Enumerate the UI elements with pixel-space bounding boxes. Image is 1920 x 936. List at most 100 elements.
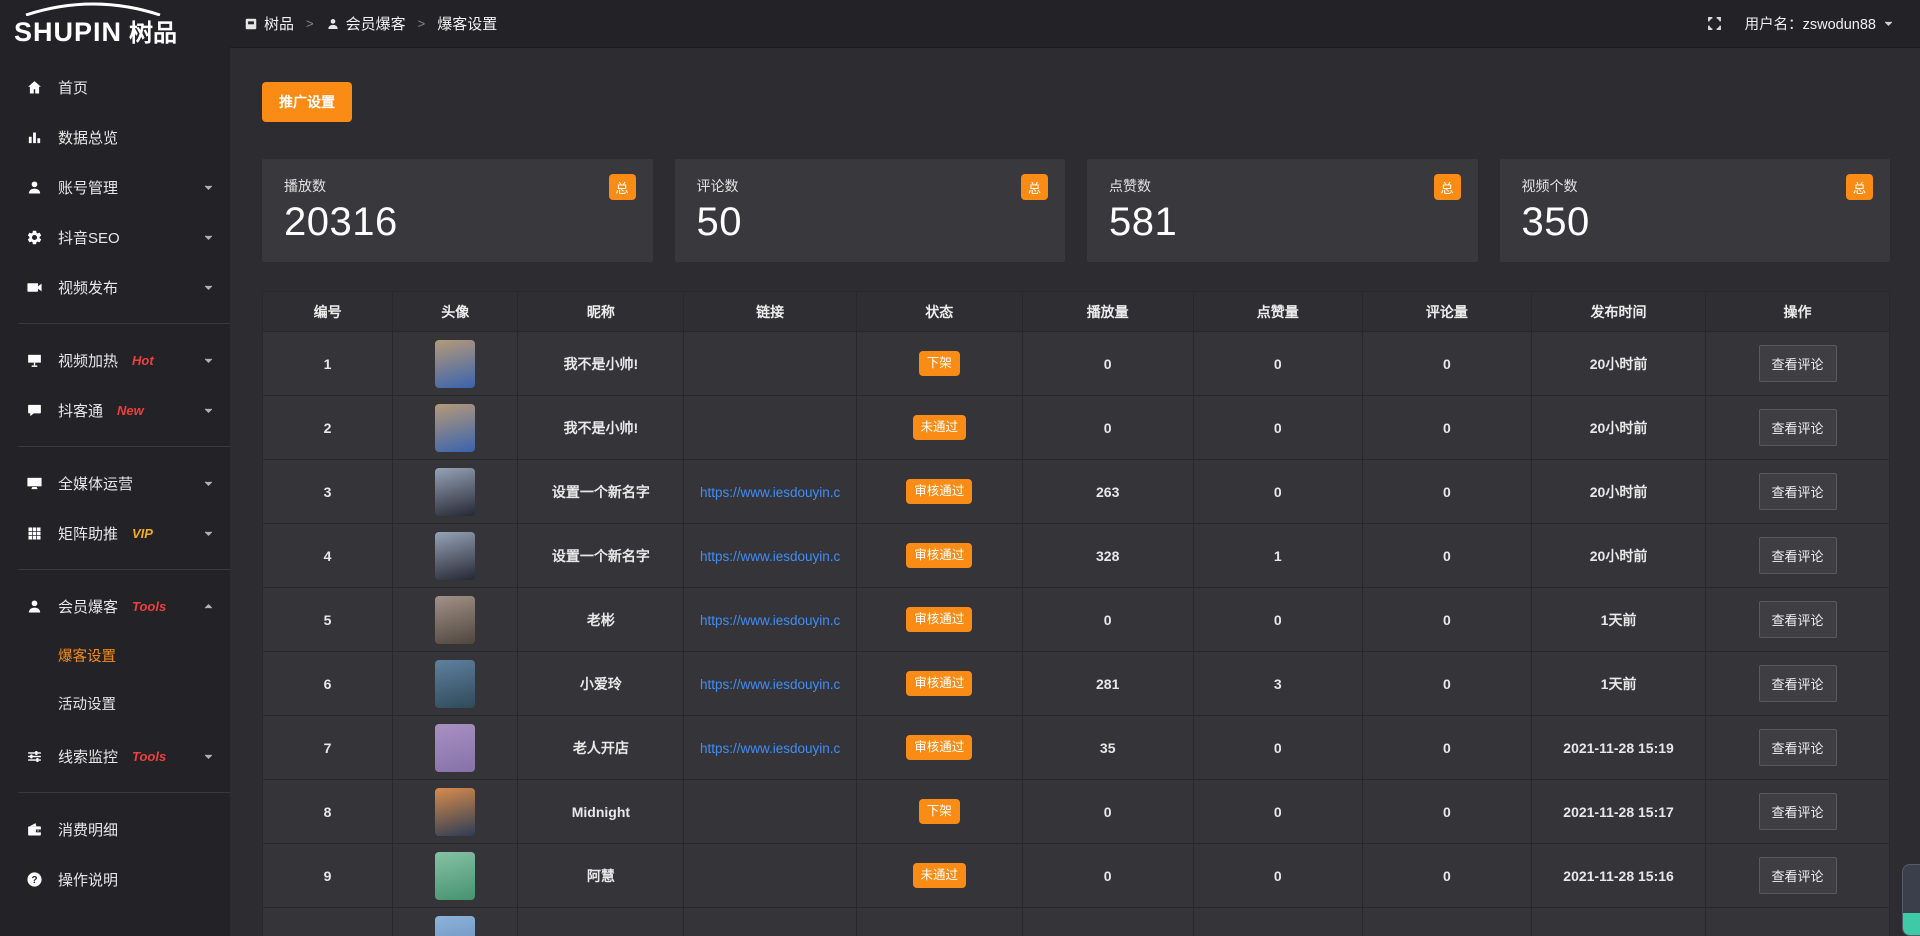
status-badge: 审核通过 [906,479,972,504]
content: 推广设置 播放数20316总评论数50总点赞数581总视频个数350总 编号头像… [230,48,1920,936]
sidebar-item-member-baoke[interactable]: 会员爆客Tools [0,581,230,631]
view-comments-button[interactable]: 查看评论 [1759,857,1837,894]
floating-widget-green-segment [1903,913,1920,935]
sidebar-item-label: 首页 [58,77,88,98]
likes-cell: 0 [1193,332,1362,396]
main-column: 树品>会员爆客>爆客设置 用户名：zswodun88 推广设置 播放数20316… [230,0,1920,936]
time-cell: 1天前 [1532,588,1706,652]
sidebar-item-label: 全媒体运营 [58,473,133,494]
sidebar-subitem-activity-settings[interactable]: 活动设置 [0,681,230,729]
likes-cell: 0 [1193,716,1362,780]
video-link[interactable]: https://www.iesdouyin.c [700,741,840,756]
view-comments-button[interactable]: 查看评论 [1759,473,1837,510]
likes-cell: 0 [1193,460,1362,524]
sidebar-item-label: 账号管理 [58,177,118,198]
action-cell: 查看评论 [1706,844,1890,908]
comments-cell: 0 [1362,332,1531,396]
likes-cell [1193,908,1362,936]
breadcrumb-item-shupin[interactable]: 树品 [244,13,294,34]
video-link[interactable]: https://www.iesdouyin.c [700,549,840,564]
sidebar-item-badge: Hot [132,353,154,368]
video-link[interactable]: https://www.iesdouyin.c [700,613,840,628]
action-cell: 查看评论 [1706,332,1890,396]
avatar-cell [393,460,518,524]
table-row: 6小爱玲https://www.iesdouyin.c审核通过281301天前查… [263,652,1890,716]
table-row: 2我不是小帅!未通过00020小时前查看评论 [263,396,1890,460]
promo-settings-button[interactable]: 推广设置 [262,82,352,122]
sidebar-item-label: 视频发布 [58,277,118,298]
likes-cell: 1 [1193,524,1362,588]
link-cell: https://www.iesdouyin.c [684,524,856,588]
sidebar-item-consumption-detail[interactable]: 消费明细 [0,804,230,854]
sidebar-item-account-management[interactable]: 账号管理 [0,162,230,212]
stat-value: 50 [697,200,1044,245]
video-link[interactable]: https://www.iesdouyin.c [700,485,840,500]
column-header: 操作 [1706,292,1890,332]
sidebar-item-home[interactable]: 首页 [0,62,230,112]
member-videos-table: 编号头像昵称链接状态播放量点赞量评论量发布时间操作 1我不是小帅!下架00020… [262,291,1890,936]
sidebar-item-douketong[interactable]: 抖客通New [0,385,230,435]
view-comments-button[interactable]: 查看评论 [1759,793,1837,830]
video-link[interactable]: https://www.iesdouyin.c [700,677,840,692]
time-cell: 20小时前 [1532,396,1706,460]
comments-cell: 0 [1362,588,1531,652]
logo-text-zh: 树品 [129,13,177,48]
logo[interactable]: SHUPIN 树品 [0,0,230,52]
plays-cell: 0 [1022,844,1193,908]
sidebar-item-video-publish[interactable]: 视频发布 [0,262,230,312]
stats-row: 播放数20316总评论数50总点赞数581总视频个数350总 [262,159,1890,262]
view-comments-button[interactable]: 查看评论 [1759,601,1837,638]
view-comments-button[interactable]: 查看评论 [1759,729,1837,766]
user-menu[interactable]: 用户名：zswodun88 [1745,13,1894,34]
column-header: 评论量 [1362,292,1531,332]
sidebar-item-all-media-operation[interactable]: 全媒体运营 [0,458,230,508]
chevron-up-icon [203,601,214,612]
sidebar-item-video-heating[interactable]: 视频加热 Hot [0,335,230,385]
plays-cell: 0 [1022,588,1193,652]
avatar [435,852,475,900]
sidebar-item-label: 视频加热 [58,350,118,371]
breadcrumb-item-baoke-settings[interactable]: 爆客设置 [437,13,497,34]
fullscreen-icon[interactable] [1706,15,1723,32]
comments-cell: 0 [1362,844,1531,908]
avatar [435,788,475,836]
status-badge: 下架 [919,799,960,824]
sidebar-submenu: 爆客设置活动设置 [0,631,230,731]
plays-cell: 263 [1022,460,1193,524]
sidebar-divider [18,323,230,324]
chevron-down-icon [203,528,214,539]
sidebar-item-label: 消费明细 [58,819,118,840]
topbar: 树品>会员爆客>爆客设置 用户名：zswodun88 [230,0,1920,48]
avatar [435,596,475,644]
total-badge: 总 [1846,174,1873,200]
sidebar-item-data-overview[interactable]: 数据总览 [0,112,230,162]
user-icon [26,179,43,196]
sidebar-item-label: 矩阵助推 [58,523,118,544]
topbar-right: 用户名：zswodun88 [1706,13,1894,34]
sidebar-item-douyin-seo[interactable]: 抖音SEO [0,212,230,262]
breadcrumb-separator: > [306,16,314,31]
nickname-cell: 我不是小帅! [518,332,684,396]
action-cell [1706,908,1890,936]
status-cell: 审核通过 [856,524,1022,588]
view-comments-button[interactable]: 查看评论 [1759,409,1837,446]
likes-cell: 0 [1193,396,1362,460]
floating-widget[interactable] [1902,864,1920,936]
table-row: 9阿慧未通过0002021-11-28 15:16查看评论 [263,844,1890,908]
time-cell [1532,908,1706,936]
column-header: 昵称 [518,292,684,332]
plays-cell: 281 [1022,652,1193,716]
view-comments-button[interactable]: 查看评论 [1759,537,1837,574]
breadcrumb-item-member-baoke[interactable]: 会员爆客 [326,13,406,34]
grid-icon [26,525,43,542]
sidebar-item-operation-guide[interactable]: ?操作说明 [0,854,230,904]
dashboard-icon [244,17,258,31]
comments-cell: 0 [1362,652,1531,716]
sidebar-item-clue-monitor[interactable]: 线索监控Tools [0,731,230,781]
view-comments-button[interactable]: 查看评论 [1759,665,1837,702]
sidebar-item-matrix-boost[interactable]: 矩阵助推VIP [0,508,230,558]
sidebar-subitem-baoke-settings[interactable]: 爆客设置 [0,633,230,681]
table-row: 5老彬https://www.iesdouyin.c审核通过0001天前查看评论 [263,588,1890,652]
comments-cell: 0 [1362,524,1531,588]
view-comments-button[interactable]: 查看评论 [1759,345,1837,382]
